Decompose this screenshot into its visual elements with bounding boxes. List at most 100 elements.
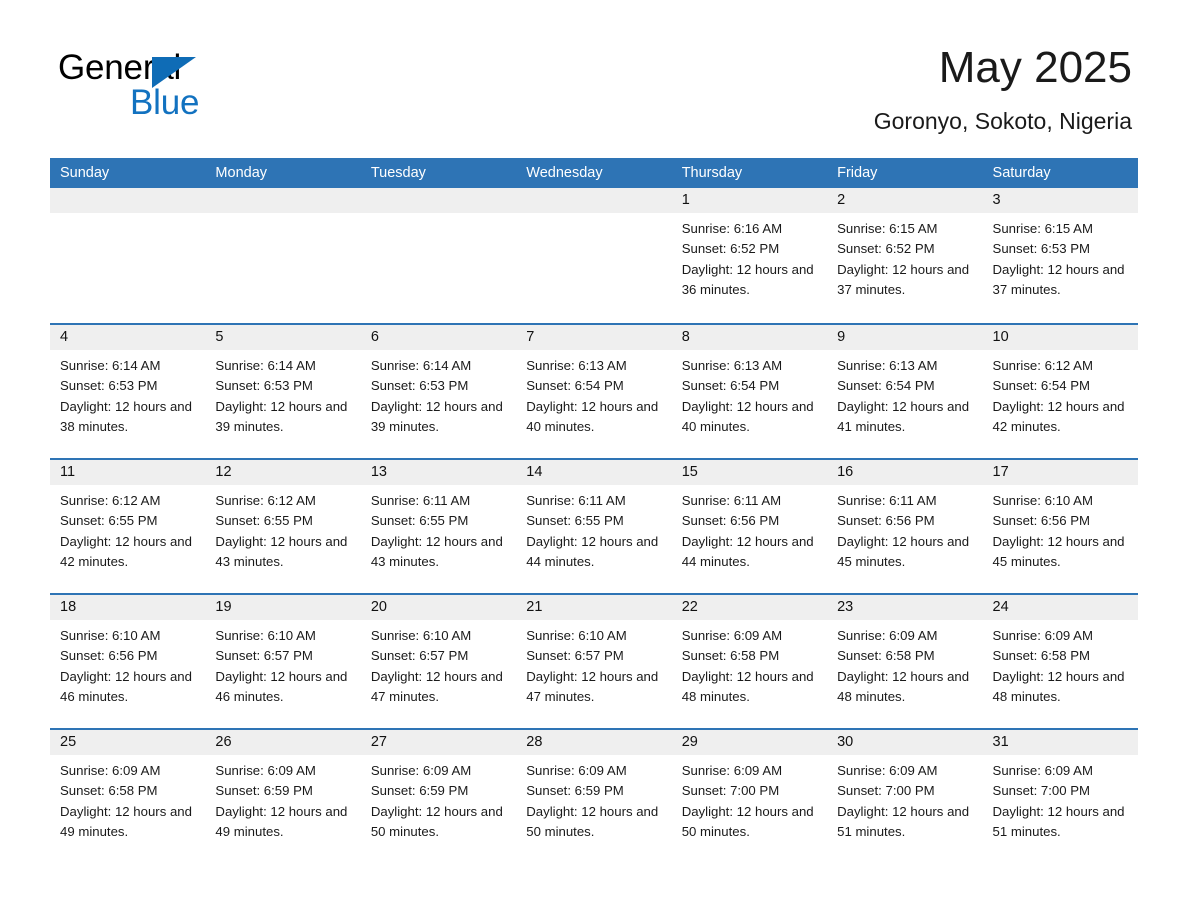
- sunrise-text: Sunrise: 6:14 AM: [370, 358, 472, 373]
- calendar-day-cell[interactable]: 25 Sunrise: 6:09 AM Sunset: 6:58 PM Dayligh…: [50, 730, 206, 863]
- calendar-day-cell[interactable]: 29 Sunrise: 6:09 AM Sunset: 7:00 PM Dayligh…: [671, 730, 828, 863]
- calendar-day-cell[interactable]: 24 Sunrise: 6:09 AM Sunset: 6:58 PM Dayligh…: [982, 595, 1138, 728]
- sunset-text: Sunset: 6:56 PM: [837, 513, 935, 529]
- sunrise-text: Sunrise: 6:15 AM: [837, 221, 938, 236]
- sunset-text: Sunset: 6:53 PM: [215, 378, 313, 394]
- day-details: Sunrise: 6:09 AM Sunset: 6:59 PM Daylight:…: [205, 755, 360, 842]
- day-details: Sunrise: 6:09 AM Sunset: 7:00 PM Daylight:…: [672, 755, 827, 842]
- calendar-page: General Blue May 2025 Goronyo, Sokoto, N…: [0, 0, 1188, 918]
- sunset-text: Sunset: 6:52 PM: [681, 241, 780, 257]
- calendar-day-cell[interactable]: 15 Sunrise: 6:11 AM Sunset: 6:56 PM Dayligh…: [671, 460, 828, 593]
- calendar-day-cell[interactable]: 22 Sunrise: 6:09 AM Sunset: 6:58 PM Dayligh…: [671, 595, 828, 728]
- page-header: General Blue May 2025 Goronyo, Sokoto, N…: [0, 0, 1188, 158]
- day-details: Sunrise: 6:09 AM Sunset: 7:00 PM Daylight:…: [827, 755, 982, 842]
- day-number: 31: [982, 730, 1138, 755]
- day-details: Sunrise: 6:12 AM Sunset: 6:54 PM Daylight:…: [983, 350, 1138, 437]
- weekday-header-tuesday: Tuesday: [370, 165, 426, 181]
- calendar-day-cell-empty: [516, 188, 672, 323]
- sunrise-text: Sunrise: 6:11 AM: [837, 493, 937, 508]
- day-details: Sunrise: 6:10 AM Sunset: 6:56 PM Daylight:…: [983, 485, 1138, 572]
- calendar-day-cell[interactable]: 12 Sunrise: 6:12 AM Sunset: 6:55 PM Dayligh…: [205, 460, 361, 593]
- sunrise-text: Sunrise: 6:09 AM: [526, 763, 627, 778]
- calendar-day-cell[interactable]: 21 Sunrise: 6:10 AM Sunset: 6:57 PM Dayligh…: [516, 595, 672, 728]
- day-number: 29: [671, 730, 828, 755]
- day-number: 16: [827, 460, 983, 485]
- calendar-day-cell[interactable]: 19 Sunrise: 6:10 AM Sunset: 6:57 PM Dayligh…: [205, 595, 361, 728]
- day-details: Sunrise: 6:09 AM Sunset: 6:59 PM Daylight:…: [361, 755, 516, 842]
- daylight-text: Daylight: 12 hours and 36 minutes.: [681, 261, 814, 297]
- day-number: [516, 188, 672, 213]
- day-number: 17: [982, 460, 1138, 485]
- calendar-day-cell[interactable]: 6 Sunrise: 6:14 AM Sunset: 6:53 PM Daylight…: [360, 325, 517, 458]
- calendar-day-cell[interactable]: 11 Sunrise: 6:12 AM Sunset: 6:55 PM Dayligh…: [50, 460, 206, 593]
- calendar-day-cell[interactable]: 28 Sunrise: 6:09 AM Sunset: 6:59 PM Dayligh…: [516, 730, 672, 863]
- sunset-text: Sunset: 6:54 PM: [681, 378, 780, 394]
- day-number: 30: [827, 730, 983, 755]
- calendar-day-cell[interactable]: 17 Sunrise: 6:10 AM Sunset: 6:56 PM Dayligh…: [982, 460, 1138, 593]
- day-details: Sunrise: 6:11 AM Sunset: 6:55 PM Daylight:…: [361, 485, 516, 572]
- daylight-text: Daylight: 12 hours and 46 minutes.: [60, 668, 192, 704]
- calendar-day-cell[interactable]: 14 Sunrise: 6:11 AM Sunset: 6:55 PM Dayligh…: [516, 460, 672, 593]
- sunrise-text: Sunrise: 6:15 AM: [992, 221, 1093, 236]
- daylight-text: Daylight: 12 hours and 44 minutes.: [526, 533, 659, 569]
- day-details: Sunrise: 6:10 AM Sunset: 6:56 PM Daylight:…: [50, 620, 205, 707]
- day-details: Sunrise: 6:14 AM Sunset: 6:53 PM Daylight:…: [205, 350, 360, 437]
- sunset-text: Sunset: 6:59 PM: [370, 783, 469, 799]
- daylight-text: Daylight: 12 hours and 43 minutes.: [215, 533, 348, 569]
- daylight-text: Daylight: 12 hours and 51 minutes.: [837, 803, 970, 839]
- day-details: Sunrise: 6:11 AM Sunset: 6:56 PM Daylight:…: [827, 485, 982, 572]
- sunset-text: Sunset: 6:57 PM: [215, 648, 313, 664]
- calendar-day-cell[interactable]: 10 Sunrise: 6:12 AM Sunset: 6:54 PM Dayligh…: [982, 325, 1138, 458]
- calendar-day-cell[interactable]: 9 Sunrise: 6:13 AM Sunset: 6:54 PM Daylight…: [827, 325, 983, 458]
- calendar-week-row: 18 Sunrise: 6:10 AM Sunset: 6:56 PM Dayligh…: [50, 593, 1138, 728]
- sunset-text: Sunset: 6:53 PM: [370, 378, 469, 394]
- sunset-text: Sunset: 7:00 PM: [681, 783, 780, 799]
- sunrise-text: Sunrise: 6:13 AM: [681, 358, 783, 373]
- calendar-day-cell[interactable]: 4 Sunrise: 6:14 AM Sunset: 6:53 PM Daylight…: [50, 325, 206, 458]
- calendar-week-row: 11 Sunrise: 6:12 AM Sunset: 6:55 PM Dayligh…: [50, 458, 1138, 593]
- day-number: 4: [50, 325, 206, 350]
- calendar-day-cell[interactable]: 5 Sunrise: 6:14 AM Sunset: 6:53 PM Daylight…: [205, 325, 361, 458]
- sunrise-text: Sunrise: 6:09 AM: [837, 763, 938, 778]
- day-number: 7: [516, 325, 672, 350]
- day-details: Sunrise: 6:13 AM Sunset: 6:54 PM Daylight:…: [672, 350, 827, 437]
- day-number: 6: [360, 325, 517, 350]
- sunset-text: Sunset: 6:55 PM: [60, 513, 158, 529]
- daylight-text: Daylight: 12 hours and 44 minutes.: [681, 533, 814, 569]
- sunset-text: Sunset: 6:58 PM: [60, 783, 158, 799]
- calendar-grid: Sunday Monday Tuesday Wednesday Thursday…: [50, 158, 1138, 863]
- calendar-day-cell[interactable]: 31 Sunrise: 6:09 AM Sunset: 7:00 PM Dayligh…: [982, 730, 1138, 863]
- calendar-day-cell[interactable]: 1 Sunrise: 6:16 AM Sunset: 6:52 PM Daylight…: [671, 188, 828, 323]
- calendar-day-cell[interactable]: 7 Sunrise: 6:13 AM Sunset: 6:54 PM Daylight…: [516, 325, 672, 458]
- day-number: 22: [671, 595, 828, 620]
- day-number: 24: [982, 595, 1138, 620]
- sunrise-text: Sunrise: 6:09 AM: [681, 628, 783, 643]
- weekday-header-thursday: Thursday: [681, 165, 743, 181]
- day-details: Sunrise: 6:13 AM Sunset: 6:54 PM Daylight:…: [516, 350, 671, 437]
- calendar-week-row: 4 Sunrise: 6:14 AM Sunset: 6:53 PM Daylight…: [50, 323, 1138, 458]
- daylight-text: Daylight: 12 hours and 40 minutes.: [681, 398, 814, 434]
- calendar-day-cell[interactable]: 26 Sunrise: 6:09 AM Sunset: 6:59 PM Dayligh…: [205, 730, 361, 863]
- day-details: Sunrise: 6:09 AM Sunset: 6:58 PM Daylight:…: [672, 620, 827, 707]
- calendar-day-cell[interactable]: 18 Sunrise: 6:10 AM Sunset: 6:56 PM Dayligh…: [50, 595, 206, 728]
- calendar-day-cell[interactable]: 2 Sunrise: 6:15 AM Sunset: 6:52 PM Daylight…: [827, 188, 983, 323]
- calendar-day-cell[interactable]: 30 Sunrise: 6:09 AM Sunset: 7:00 PM Dayligh…: [827, 730, 983, 863]
- day-number: 9: [827, 325, 983, 350]
- day-details: Sunrise: 6:15 AM Sunset: 6:53 PM Daylight:…: [983, 213, 1138, 300]
- calendar-day-cell[interactable]: 23 Sunrise: 6:09 AM Sunset: 6:58 PM Dayligh…: [827, 595, 983, 728]
- calendar-day-cell[interactable]: 20 Sunrise: 6:10 AM Sunset: 6:57 PM Dayligh…: [360, 595, 517, 728]
- generalblue-logo[interactable]: General Blue: [58, 50, 298, 122]
- day-details: Sunrise: 6:09 AM Sunset: 7:00 PM Daylight:…: [983, 755, 1138, 842]
- calendar-day-cell[interactable]: 16 Sunrise: 6:11 AM Sunset: 6:56 PM Dayligh…: [827, 460, 983, 593]
- daylight-text: Daylight: 12 hours and 39 minutes.: [370, 398, 503, 434]
- sunset-text: Sunset: 6:53 PM: [992, 241, 1091, 257]
- day-number: 20: [360, 595, 517, 620]
- sunset-text: Sunset: 6:58 PM: [681, 648, 780, 664]
- calendar-day-cell[interactable]: 13 Sunrise: 6:11 AM Sunset: 6:55 PM Dayligh…: [360, 460, 517, 593]
- calendar-day-cell[interactable]: 8 Sunrise: 6:13 AM Sunset: 6:54 PM Daylight…: [671, 325, 828, 458]
- calendar-day-cell[interactable]: 3 Sunrise: 6:15 AM Sunset: 6:53 PM Daylight…: [982, 188, 1138, 323]
- calendar-day-cell[interactable]: 27 Sunrise: 6:09 AM Sunset: 6:59 PM Dayligh…: [360, 730, 517, 863]
- day-details: Sunrise: 6:14 AM Sunset: 6:53 PM Daylight:…: [361, 350, 516, 437]
- daylight-text: Daylight: 12 hours and 41 minutes.: [837, 398, 970, 434]
- weekday-header-row: Sunday Monday Tuesday Wednesday Thursday…: [50, 158, 1138, 188]
